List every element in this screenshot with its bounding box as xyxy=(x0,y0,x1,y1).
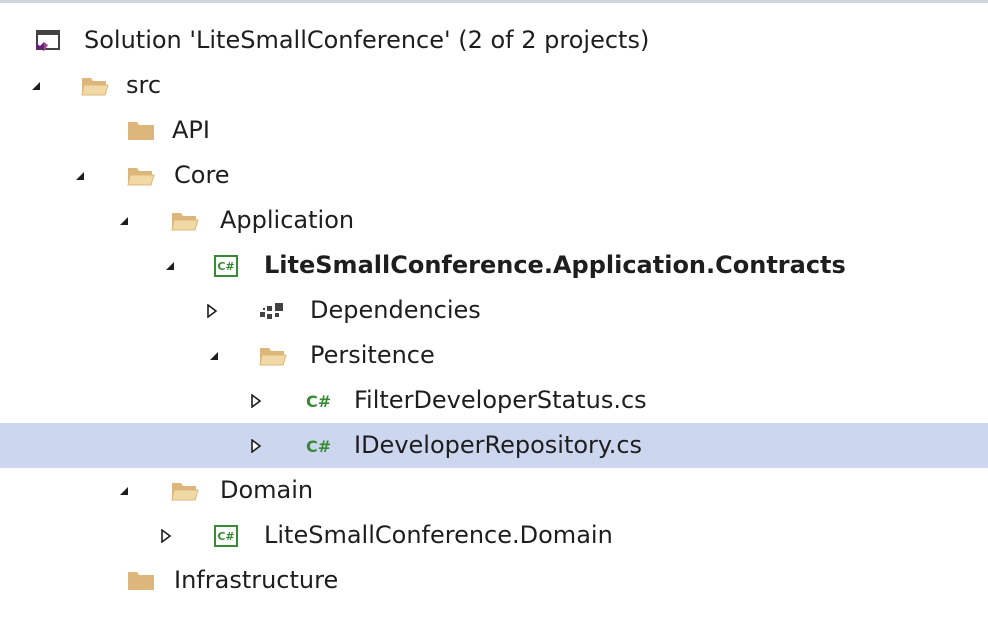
folder-open-icon xyxy=(170,207,200,235)
tree-item-dependencies[interactable]: Dependencies xyxy=(0,288,988,333)
expanded-arrow-icon[interactable] xyxy=(114,198,134,243)
tree-item-src[interactable]: src xyxy=(0,63,988,108)
csharp-project-icon-text: C# xyxy=(214,255,238,277)
tree-item-application[interactable]: Application xyxy=(0,198,988,243)
folder-closed-icon xyxy=(126,117,156,145)
csharp-project-icon-text: C# xyxy=(214,525,238,547)
collapsed-arrow-icon[interactable] xyxy=(202,288,222,333)
tree-item-label: IDeveloperRepository.cs xyxy=(354,431,643,459)
folder-closed-icon xyxy=(126,567,156,595)
tree-item-api[interactable]: API xyxy=(0,108,988,153)
tree-item-solution[interactable]: Solution 'LiteSmallConference' (2 of 2 p… xyxy=(0,18,988,63)
tree-item-core[interactable]: Core xyxy=(0,153,988,198)
tree-item-label: Domain xyxy=(220,476,314,504)
solution-explorer-tree: Solution 'LiteSmallConference' (2 of 2 p… xyxy=(0,18,988,603)
collapsed-arrow-icon[interactable] xyxy=(246,423,266,468)
folder-open-icon xyxy=(80,72,110,100)
tree-item-idevelopers-repository[interactable]: C# IDeveloperRepository.cs xyxy=(0,423,988,468)
tree-item-label: Solution 'LiteSmallConference' (2 of 2 p… xyxy=(84,26,650,54)
tree-item-domain-project[interactable]: C# LiteSmallConference.Domain xyxy=(0,513,988,558)
csharp-file-icon: C# xyxy=(306,391,332,411)
folder-open-icon xyxy=(170,477,200,505)
tree-item-label: LiteSmallConference.Domain xyxy=(264,521,613,549)
tree-item-label: FilterDeveloperStatus.cs xyxy=(354,386,647,414)
expanded-arrow-icon[interactable] xyxy=(160,243,180,288)
tree-item-label: Infrastructure xyxy=(174,566,339,594)
collapsed-arrow-icon[interactable] xyxy=(156,513,176,558)
collapsed-arrow-icon[interactable] xyxy=(246,378,266,423)
tree-item-label: Application xyxy=(220,206,355,234)
tree-item-label: API xyxy=(172,116,210,144)
top-border xyxy=(0,0,988,3)
solution-icon xyxy=(34,27,62,55)
tree-item-label: src xyxy=(126,71,162,99)
folder-open-icon xyxy=(126,162,156,190)
dependencies-icon xyxy=(258,297,286,325)
tree-item-label: Core xyxy=(174,161,230,189)
expanded-arrow-icon[interactable] xyxy=(70,153,90,198)
csharp-file-icon: C# xyxy=(306,436,332,456)
csharp-project-icon: C# xyxy=(214,252,238,280)
folder-open-icon xyxy=(258,342,288,370)
tree-item-label: LiteSmallConference.Application.Contract… xyxy=(264,251,846,279)
tree-item-contracts-project[interactable]: C# LiteSmallConference.Application.Contr… xyxy=(0,243,988,288)
tree-item-domain-folder[interactable]: Domain xyxy=(0,468,988,513)
tree-item-persistence[interactable]: Persitence xyxy=(0,333,988,378)
expanded-arrow-icon[interactable] xyxy=(26,63,46,108)
tree-item-infrastructure[interactable]: Infrastructure xyxy=(0,558,988,603)
csharp-project-icon: C# xyxy=(214,522,238,550)
expanded-arrow-icon[interactable] xyxy=(114,468,134,513)
tree-item-label: Persitence xyxy=(310,341,435,369)
tree-item-label: Dependencies xyxy=(310,296,481,324)
tree-item-filter-developer-status[interactable]: C# FilterDeveloperStatus.cs xyxy=(0,378,988,423)
expanded-arrow-icon[interactable] xyxy=(204,333,224,378)
